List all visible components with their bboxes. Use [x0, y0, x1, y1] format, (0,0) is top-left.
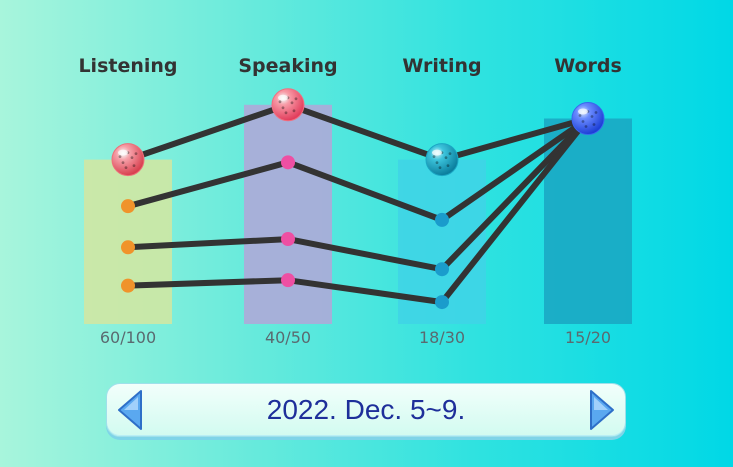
ball-speckle	[124, 166, 128, 170]
ball-speckle	[290, 101, 294, 105]
bar-speaking	[244, 104, 332, 324]
ball-speckle	[438, 166, 442, 170]
point-listening-4	[121, 278, 135, 293]
point-speaking-2	[281, 155, 295, 170]
ball-point-speaking	[271, 88, 305, 122]
ball-speckle	[118, 155, 122, 159]
ball-point-listening	[111, 143, 145, 177]
ball-speckle	[448, 152, 452, 156]
ball-speckle	[130, 156, 134, 160]
point-writing-4	[435, 295, 449, 310]
right-arrow-icon[interactable]	[585, 388, 619, 432]
ball-speckle	[132, 164, 136, 168]
series-line-1	[125, 101, 591, 163]
ball-point-words	[571, 102, 605, 135]
score-label-writing: 18/30	[419, 328, 465, 347]
category-label-speaking: Speaking	[238, 55, 337, 77]
ball-speckle	[281, 106, 285, 110]
date-range-label: 2022. Dec. 5~9.	[266, 394, 466, 425]
ball-speckle	[446, 164, 450, 168]
ball-speckle	[590, 115, 594, 118]
ball-speckle	[584, 125, 588, 128]
ball-speckle	[578, 114, 582, 117]
category-label-listening: Listening	[78, 55, 177, 77]
ball-highlight	[578, 108, 588, 115]
point-listening-3	[121, 240, 135, 255]
category-label-words: Words	[554, 55, 622, 77]
ball-speckle	[284, 111, 288, 115]
series-line-3	[125, 115, 591, 273]
ball-highlight	[432, 149, 442, 156]
ball-speckle	[581, 120, 585, 123]
score-label-listening: 60/100	[100, 328, 156, 347]
left-arrow-icon[interactable]	[113, 388, 147, 432]
series-line-4	[125, 115, 591, 306]
point-listening-2	[121, 199, 135, 214]
ball-speckle	[432, 155, 436, 159]
point-speaking-4	[281, 273, 295, 288]
ball-speckle	[294, 97, 298, 101]
ball-point-writing	[425, 143, 459, 177]
ball-speckle	[444, 156, 448, 160]
ball-speckle	[278, 100, 282, 104]
ball-speckle	[594, 111, 598, 114]
ball-highlight	[118, 149, 128, 156]
point-writing-2	[435, 212, 449, 227]
category-label-writing: Writing	[402, 55, 481, 77]
score-label-speaking: 40/50	[265, 328, 311, 347]
point-writing-3	[435, 262, 449, 277]
point-speaking-3	[281, 232, 295, 247]
ball-speckle	[292, 109, 296, 113]
ball-speckle	[134, 152, 138, 156]
ball-highlight	[278, 94, 288, 101]
ball-speckle	[121, 161, 125, 165]
ball-speckle	[592, 123, 596, 126]
score-label-words: 15/20	[565, 328, 611, 347]
ball-speckle	[435, 161, 439, 165]
date-navigator: 2022. Dec. 5~9.	[106, 383, 626, 437]
